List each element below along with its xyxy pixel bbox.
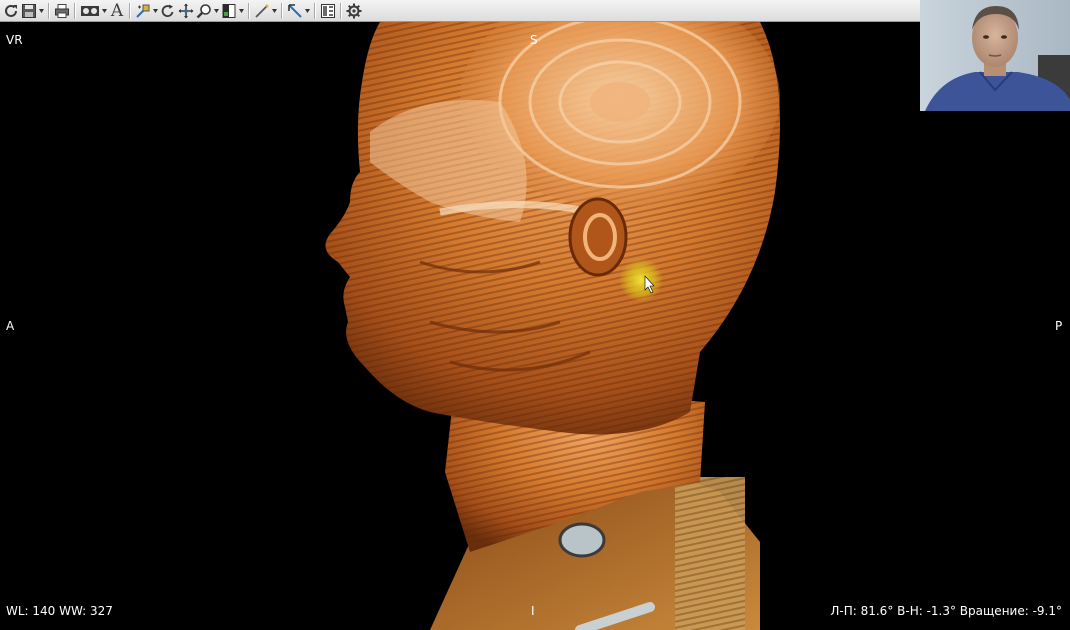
volume-render-image [325, 22, 780, 630]
toolbar-separator [48, 2, 50, 19]
refresh-button[interactable] [2, 1, 20, 21]
window-level-readout: WL: 140 WW: 327 [6, 604, 113, 618]
layout-dropdown[interactable] [101, 1, 108, 21]
orientation-bottom-label: I [531, 604, 535, 618]
orientation-top-label: S [530, 33, 538, 47]
angle-tool-button[interactable] [286, 1, 304, 21]
series-panel-icon [321, 3, 335, 18]
volume-render-viewport[interactable]: VR S A P I WL: 140 WW: 327 Л-П: 81.6° В-… [0, 22, 1070, 630]
toolbar-separator [248, 2, 250, 19]
orientation-left-label: A [6, 319, 15, 333]
measure-button[interactable] [134, 1, 152, 21]
cursor-highlight [619, 258, 663, 302]
pan-button[interactable] [177, 1, 195, 21]
settings-button[interactable] [345, 1, 363, 21]
chevron-down-icon [272, 8, 277, 13]
chevron-down-icon [305, 8, 310, 13]
toolbar-separator [340, 2, 342, 19]
toolbar-separator [129, 2, 131, 19]
print-icon [55, 3, 69, 18]
window-level-dropdown[interactable] [238, 1, 245, 21]
layout-icon [81, 5, 99, 16]
series-panel-button[interactable] [319, 1, 337, 21]
angle-tool-icon [288, 3, 302, 18]
angle-tool-dropdown[interactable] [304, 1, 311, 21]
webcam-overlay [920, 0, 1070, 111]
zoom-button[interactable] [195, 1, 213, 21]
layout-button[interactable] [79, 1, 101, 21]
chevron-down-icon [153, 8, 158, 13]
print-button[interactable] [53, 1, 71, 21]
rotation-readout: Л-П: 81.6° В-Н: -1.3° Вращение: -9.1° [830, 604, 1062, 618]
text-annotation-icon: A [110, 0, 124, 21]
toolbar: A [0, 0, 920, 22]
draw-line-icon [255, 3, 269, 18]
toolbar-separator [281, 2, 283, 19]
text-annotation-button[interactable]: A [108, 1, 126, 21]
measure-dropdown[interactable] [152, 1, 159, 21]
gear-icon [346, 3, 362, 18]
draw-line-dropdown[interactable] [271, 1, 278, 21]
chevron-down-icon [102, 8, 107, 13]
rotate-icon [161, 4, 174, 17]
window-level-icon [222, 3, 236, 18]
orientation-right-label: P [1055, 319, 1063, 333]
presenter-video [920, 0, 1070, 111]
refresh-icon [5, 4, 17, 17]
rotate-button[interactable] [159, 1, 177, 21]
measure-icon [136, 4, 150, 18]
chevron-down-icon [239, 8, 244, 13]
save-button[interactable] [20, 1, 38, 21]
draw-line-button[interactable] [253, 1, 271, 21]
pan-icon [178, 3, 194, 18]
save-icon [22, 3, 36, 18]
render-mode-label: VR [6, 33, 23, 47]
toolbar-separator [74, 2, 76, 19]
toolbar-separator [314, 2, 316, 19]
window-level-button[interactable] [220, 1, 238, 21]
save-dropdown[interactable] [38, 1, 45, 21]
zoom-dropdown[interactable] [213, 1, 220, 21]
chevron-down-icon [39, 8, 44, 13]
zoom-icon [196, 3, 211, 18]
chevron-down-icon [214, 8, 219, 13]
